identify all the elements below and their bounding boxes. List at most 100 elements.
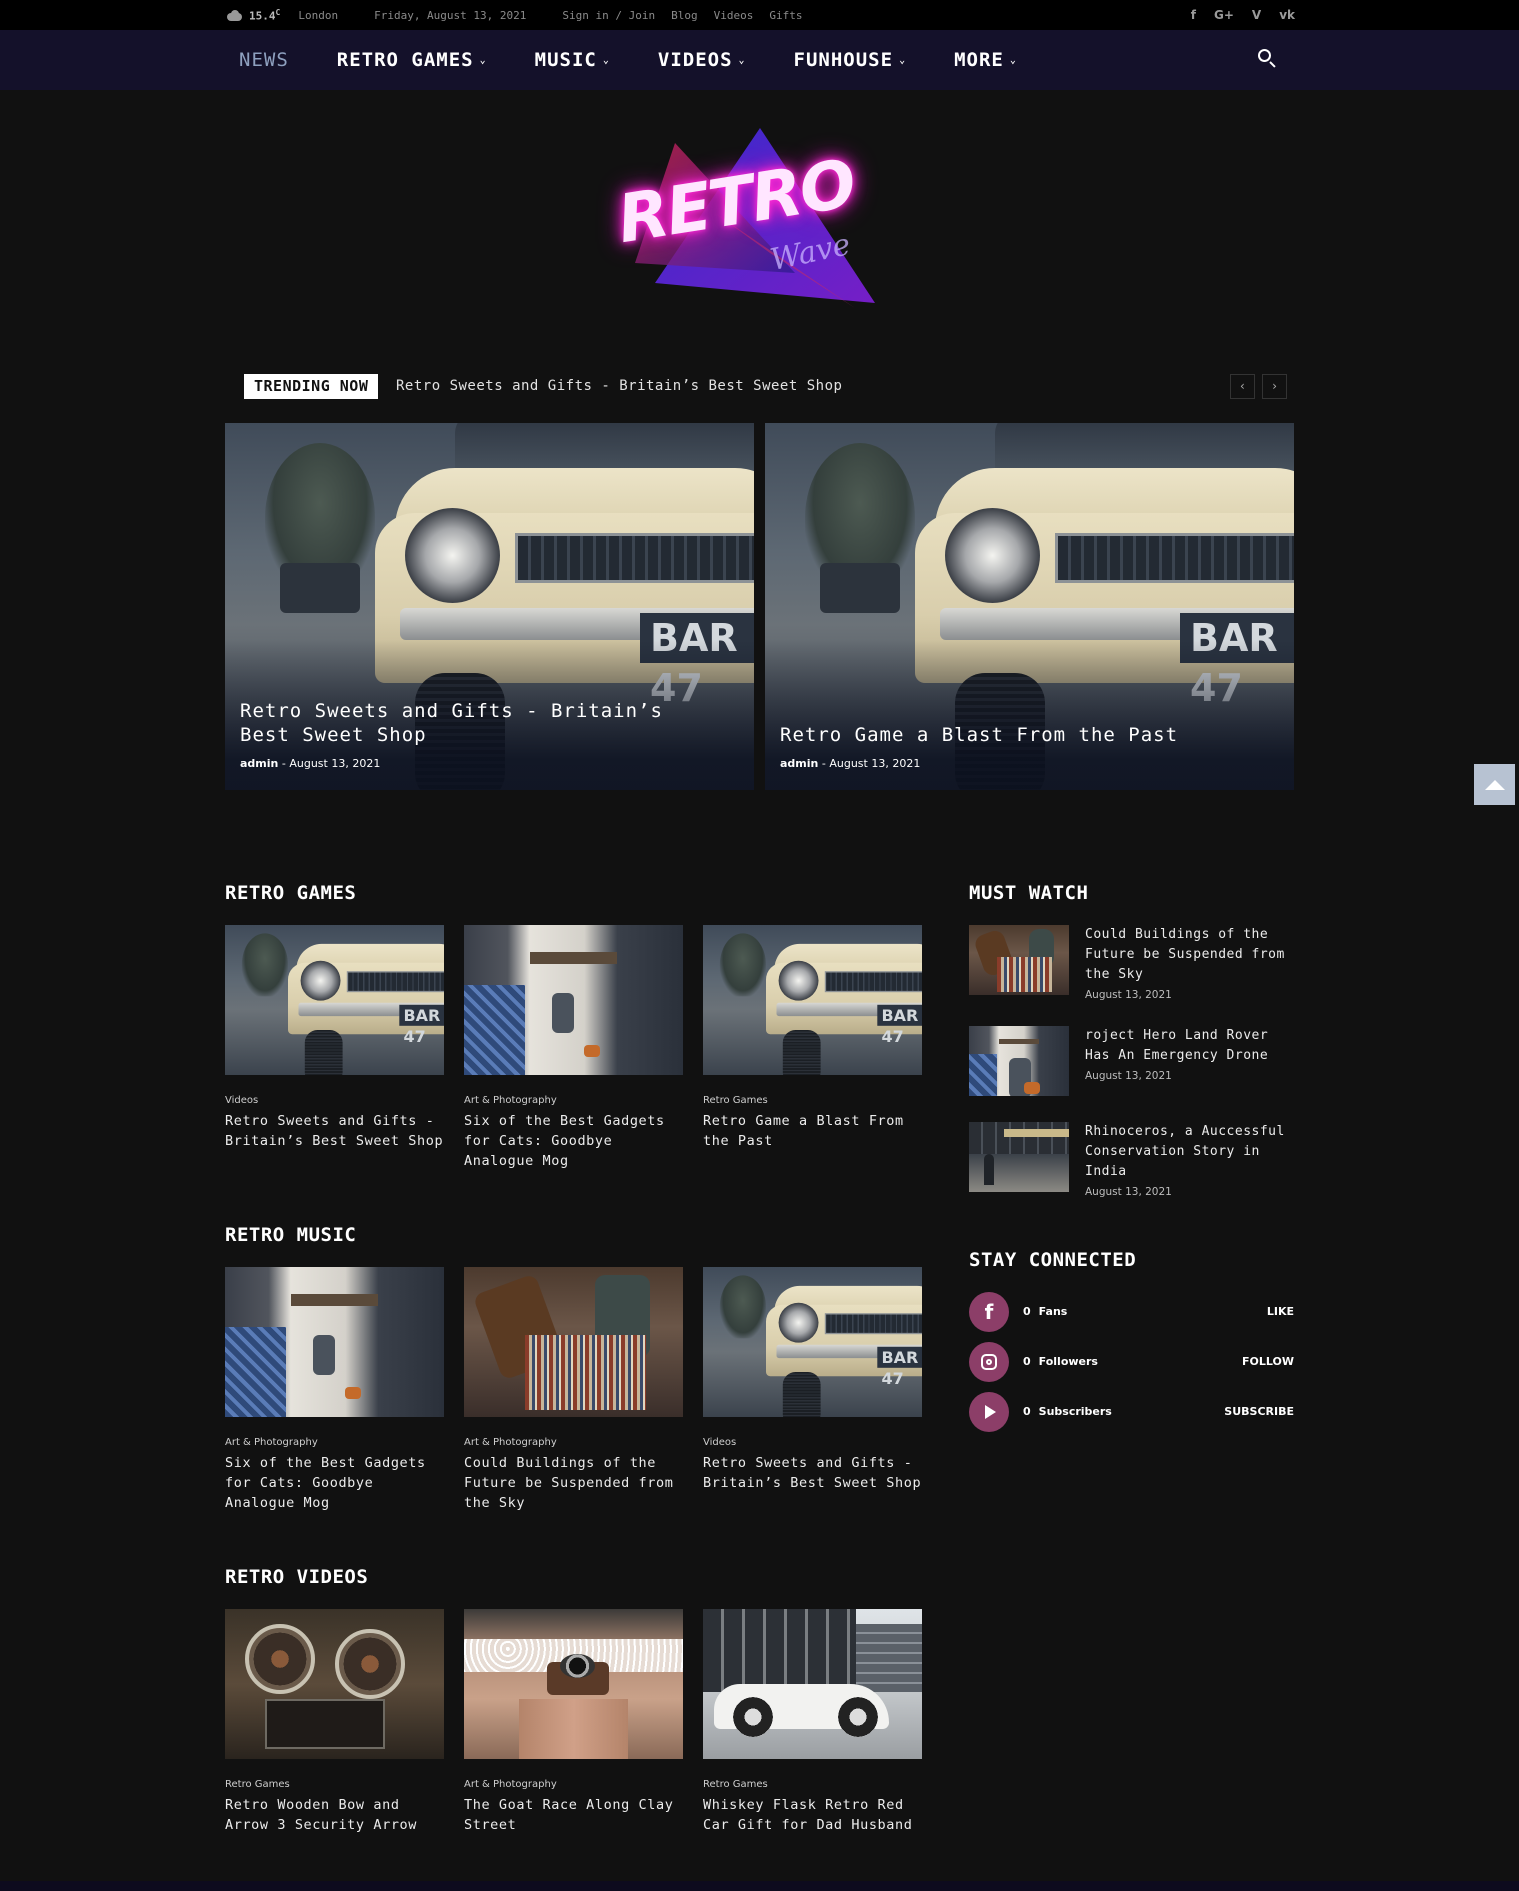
post-title[interactable]: Retro Sweets and Gifts - Britain’s Best … (225, 1111, 444, 1151)
post-title[interactable]: Retro Game a Blast From the Past (703, 1111, 922, 1151)
footer-strip (0, 1881, 1519, 1891)
post-category[interactable]: Art & Photography (225, 1437, 318, 1448)
social-counter-facebook[interactable]: f 0 Fans LIKE (969, 1292, 1294, 1332)
post-thumbnail[interactable] (464, 1267, 683, 1417)
nav-more[interactable]: MORE ⌄ (940, 49, 1017, 71)
post-category[interactable]: Art & Photography (464, 1095, 557, 1106)
trending-prev-button[interactable]: ‹ (1230, 374, 1255, 399)
post-thumbnail[interactable] (969, 925, 1069, 995)
post-thumbnail[interactable] (225, 1609, 444, 1759)
search-icon[interactable] (1257, 48, 1279, 70)
stay-connected-title: STAY CONNECTED (969, 1249, 1137, 1271)
post-date: August 13, 2021 (1085, 989, 1172, 1001)
post-thumbnail[interactable] (225, 1267, 444, 1417)
top-social-links: f G+ V vk (1191, 0, 1295, 30)
chevron-down-icon: ⌄ (899, 54, 907, 66)
arrow-up-icon (1484, 779, 1505, 790)
hero-post-meta: admin - August 13, 2021 (780, 757, 921, 770)
nav-music[interactable]: MUSIC ⌄ (521, 49, 610, 71)
facebook-icon[interactable]: f (1191, 8, 1196, 22)
post-category[interactable]: Art & Photography (464, 1437, 557, 1448)
post-thumbnail[interactable] (969, 1122, 1069, 1192)
must-watch-item[interactable]: roject Hero Land Rover Has An Emergency … (969, 1026, 1294, 1096)
google-plus-icon[interactable]: G+ (1214, 8, 1234, 22)
current-date: Friday, August 13, 2021 (374, 8, 527, 22)
instagram-icon[interactable] (969, 1342, 1009, 1382)
temperature: 15.4C (249, 7, 281, 23)
post-date: August 13, 2021 (289, 757, 381, 770)
post-title[interactable]: Rhinoceros, a Auccessful Conservation St… (1085, 1122, 1294, 1182)
trending-next-button[interactable]: › (1262, 374, 1287, 399)
post-author[interactable]: admin (780, 757, 818, 770)
post-date: August 13, 2021 (829, 757, 921, 770)
vk-icon[interactable]: vk (1279, 8, 1295, 22)
post-thumbnail[interactable] (703, 1609, 922, 1759)
hero-post-title[interactable]: Retro Game a Blast From the Past (780, 723, 1260, 747)
post-title[interactable]: Could Buildings of the Future be Suspend… (464, 1453, 683, 1513)
vimeo-icon[interactable]: V (1252, 8, 1261, 22)
post-title[interactable]: roject Hero Land Rover Has An Emergency … (1085, 1026, 1294, 1066)
post-category[interactable]: Videos (703, 1437, 736, 1448)
hero-post-meta: admin - August 13, 2021 (240, 757, 381, 770)
trending-bar: TRENDING NOW Retro Sweets and Gifts - Br… (225, 368, 1295, 404)
chevron-down-icon: ⌄ (738, 54, 746, 66)
scroll-to-top-button[interactable] (1474, 764, 1515, 805)
chevron-down-icon: ⌄ (602, 54, 610, 66)
youtube-icon[interactable] (969, 1392, 1009, 1432)
weather-widget: 15.4C London (225, 7, 339, 23)
videos-link[interactable]: Videos (714, 9, 754, 22)
post-category[interactable]: Retro Games (703, 1779, 768, 1790)
post-thumbnail[interactable] (464, 925, 683, 1075)
post-thumbnail[interactable] (464, 1609, 683, 1759)
post-category[interactable]: Videos (225, 1095, 258, 1106)
hero-post-title[interactable]: Retro Sweets and Gifts - Britain’s Best … (240, 699, 720, 747)
facebook-icon[interactable]: f (969, 1292, 1009, 1332)
section-title-retro-games[interactable]: RETRO GAMES (225, 882, 356, 904)
main-nav: NEWS RETRO GAMES ⌄ MUSIC ⌄ VIDEOS ⌄ FUNHOUS… (0, 30, 1519, 90)
post-author[interactable]: admin (240, 757, 278, 770)
post-category[interactable]: Retro Games (225, 1779, 290, 1790)
post-category[interactable]: Retro Games (703, 1095, 768, 1106)
chevron-down-icon: ⌄ (479, 54, 487, 66)
post-thumbnail[interactable]: BAR 47 (225, 925, 444, 1075)
must-watch-title: MUST WATCH (969, 882, 1089, 904)
trending-label: TRENDING NOW (244, 374, 379, 399)
post-title[interactable]: Retro Wooden Bow and Arrow 3 Security Ar… (225, 1795, 444, 1835)
site-logo[interactable]: RETRO Wave (595, 123, 885, 313)
post-thumbnail[interactable]: BAR 47 (703, 925, 922, 1075)
social-count: 0 Fans (1023, 1305, 1068, 1318)
nav-news[interactable]: NEWS (225, 49, 289, 71)
post-title[interactable]: Could Buildings of the Future be Suspend… (1085, 925, 1294, 985)
post-date: August 13, 2021 (1085, 1186, 1172, 1198)
section-title-retro-music[interactable]: RETRO MUSIC (225, 1224, 356, 1246)
section-title-retro-videos[interactable]: RETRO VIDEOS (225, 1566, 368, 1588)
nav-videos[interactable]: VIDEOS ⌄ (644, 49, 746, 71)
must-watch-item[interactable]: Could Buildings of the Future be Suspend… (969, 925, 1294, 1001)
post-title[interactable]: Six of the Best Gadgets for Cats: Goodby… (464, 1111, 683, 1171)
hero-post-2[interactable]: BAR 47 Retro Game a Blast From the Past … (765, 423, 1294, 790)
like-button[interactable]: LIKE (1267, 1305, 1294, 1318)
social-counter-instagram[interactable]: 0 Followers FOLLOW (969, 1342, 1294, 1382)
post-title[interactable]: The Goat Race Along Clay Street (464, 1795, 683, 1835)
must-watch-item[interactable]: Rhinoceros, a Auccessful Conservation St… (969, 1122, 1294, 1198)
cloud-icon (225, 9, 243, 21)
subscribe-button[interactable]: SUBSCRIBE (1224, 1405, 1294, 1418)
post-thumbnail[interactable] (969, 1026, 1069, 1096)
gifts-link[interactable]: Gifts (769, 9, 802, 22)
sign-in-link[interactable]: Sign in / Join (562, 9, 655, 22)
follow-button[interactable]: FOLLOW (1242, 1355, 1294, 1368)
post-title[interactable]: Whiskey Flask Retro Red Car Gift for Dad… (703, 1795, 922, 1835)
weather-city: London (298, 8, 339, 22)
post-thumbnail[interactable]: BAR 47 (703, 1267, 922, 1417)
post-category[interactable]: Art & Photography (464, 1779, 557, 1790)
trending-headline[interactable]: Retro Sweets and Gifts - Britain’s Best … (396, 378, 842, 394)
post-title[interactable]: Retro Sweets and Gifts - Britain’s Best … (703, 1453, 922, 1493)
post-title[interactable]: Six of the Best Gadgets for Cats: Goodby… (225, 1453, 444, 1513)
top-links: Sign in / Join Blog Videos Gifts (562, 9, 802, 22)
social-counter-youtube[interactable]: 0 Subscribers SUBSCRIBE (969, 1392, 1294, 1432)
post-date: August 13, 2021 (1085, 1070, 1172, 1082)
hero-post-1[interactable]: BAR 47 Retro Sweets and Gifts - Britain’… (225, 423, 754, 790)
nav-funhouse[interactable]: FUNHOUSE ⌄ (780, 49, 907, 71)
nav-retro-games[interactable]: RETRO GAMES ⌄ (323, 49, 487, 71)
blog-link[interactable]: Blog (671, 9, 698, 22)
